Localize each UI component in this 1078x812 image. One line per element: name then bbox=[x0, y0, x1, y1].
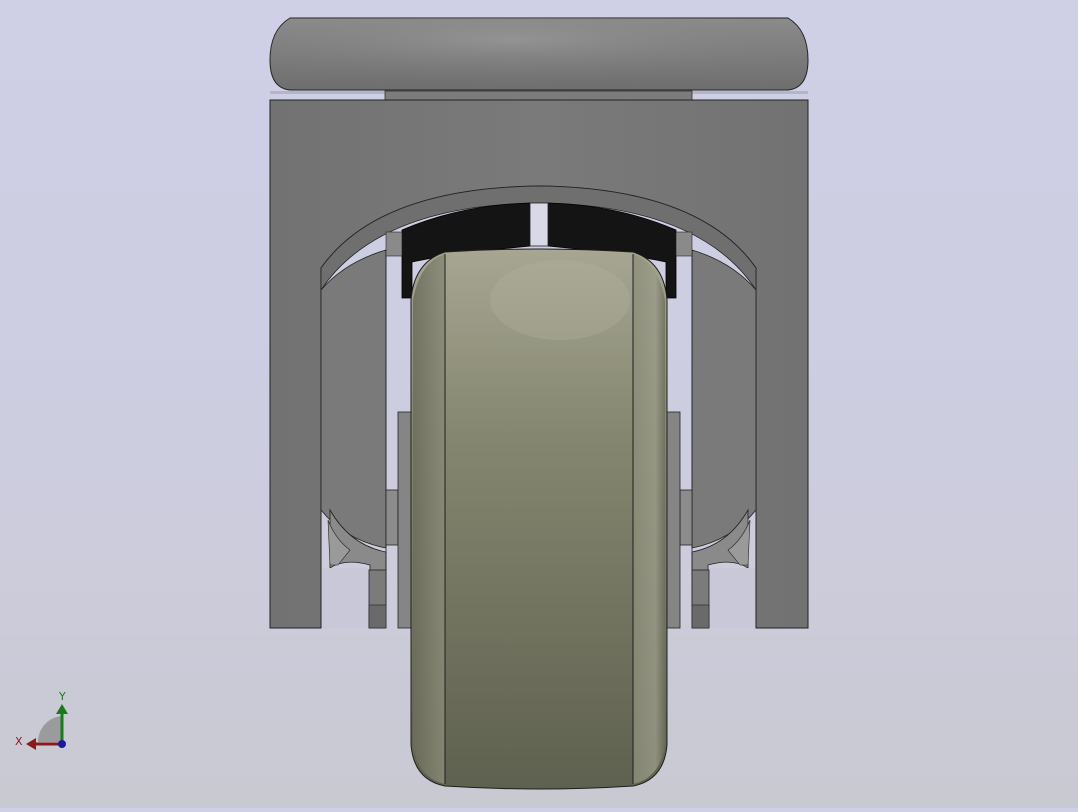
x-arrowhead-icon bbox=[26, 738, 36, 750]
triad-quadrant bbox=[37, 716, 62, 742]
y-axis-label: Y bbox=[58, 690, 66, 703]
top-plate[interactable] bbox=[269, 17, 809, 102]
y-arrowhead-icon bbox=[56, 704, 68, 714]
x-axis-label: X bbox=[15, 735, 23, 748]
z-axis-dot bbox=[58, 740, 66, 748]
axis-triad: Y X bbox=[15, 690, 68, 750]
wheel[interactable] bbox=[410, 248, 668, 790]
graphics-viewport[interactable]: Y X bbox=[0, 0, 1078, 808]
caster-wheel-model[interactable] bbox=[0, 0, 1078, 808]
